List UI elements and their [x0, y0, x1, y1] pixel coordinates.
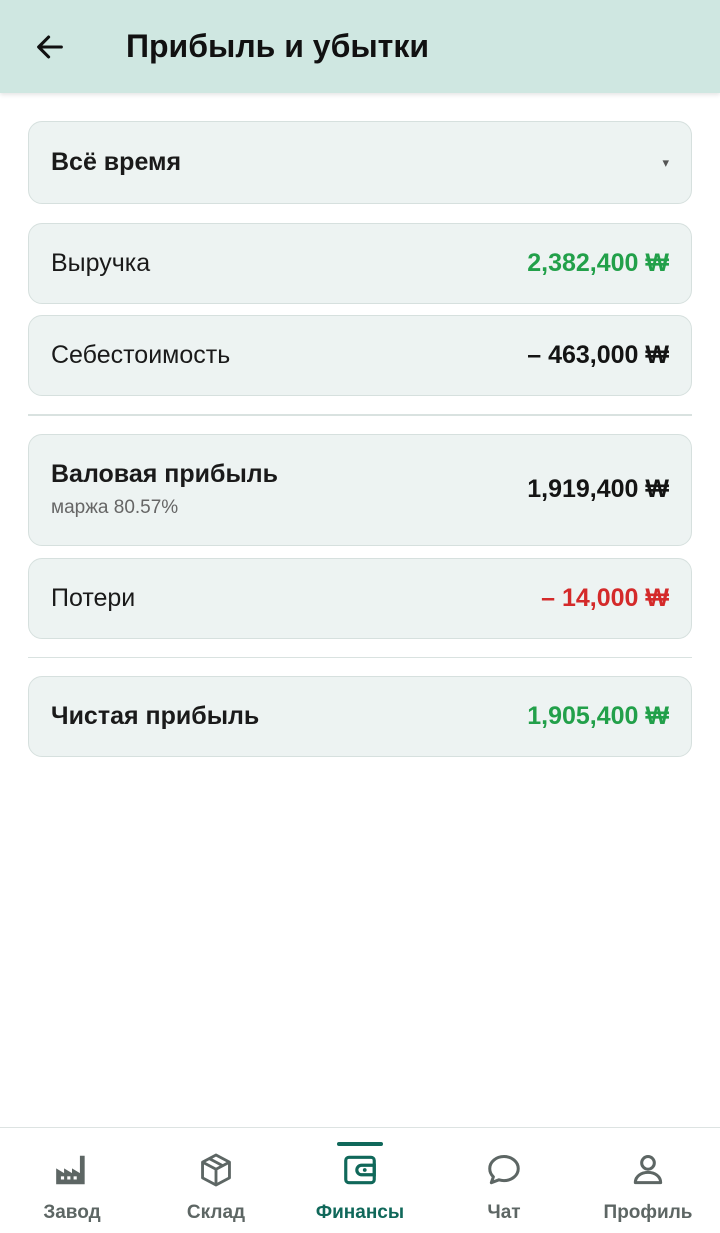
- nav-label: Завод: [43, 1202, 101, 1223]
- gross-profit-label: Валовая прибыль: [51, 460, 279, 488]
- cost-row: Себестоимость – 463,000 ₩: [28, 315, 692, 396]
- cost-label: Себестоимость: [51, 341, 231, 369]
- net-profit-label: Чистая прибыль: [51, 702, 260, 730]
- gross-profit-row: Валовая прибыль маржа 80.57% 1,919,400 ₩: [28, 433, 692, 546]
- revenue-row: Выручка 2,382,400 ₩: [28, 223, 692, 304]
- gross-margin-label: маржа 80.57%: [51, 497, 179, 518]
- factory-icon: [52, 1150, 92, 1190]
- nav-label: Чат: [487, 1202, 521, 1223]
- cost-value: – 463,000 ₩: [527, 341, 669, 369]
- losses-value: – 14,000 ₩: [541, 583, 669, 612]
- nav-label: Профиль: [603, 1202, 693, 1223]
- page-title: Прибыль и убытки: [126, 28, 430, 64]
- nav-item-warehouse[interactable]: Склад: [144, 1128, 288, 1232]
- nav-item-chat[interactable]: Чат: [432, 1128, 576, 1232]
- back-button[interactable]: [20, 17, 80, 77]
- bottom-navigation: Завод Склад Финансы Чат Профиль: [0, 1127, 720, 1233]
- nav-item-finance[interactable]: Финансы: [288, 1128, 432, 1232]
- nav-item-profile[interactable]: Профиль: [576, 1128, 720, 1232]
- net-profit-value: 1,905,400 ₩: [527, 702, 669, 730]
- net-profit-row: Чистая прибыль 1,905,400 ₩: [28, 676, 692, 757]
- chat-bubble-icon: [484, 1150, 524, 1190]
- revenue-value: 2,382,400 ₩: [527, 249, 669, 277]
- gross-profit-value: 1,919,400 ₩: [527, 475, 669, 503]
- period-dropdown[interactable]: Всё время ▾: [28, 121, 692, 204]
- arrow-left-icon: [37, 35, 63, 58]
- app-bar: Прибыль и убытки: [0, 0, 720, 93]
- person-icon: [628, 1150, 668, 1190]
- caret-down-icon: ▾: [662, 154, 669, 170]
- nav-item-factory[interactable]: Завод: [0, 1128, 144, 1232]
- profit-loss-report: Всё время ▾ Выручка 2,382,400 ₩ Себестои…: [28, 121, 692, 757]
- box-icon: [196, 1150, 236, 1190]
- revenue-label: Выручка: [51, 249, 151, 277]
- losses-label: Потери: [51, 583, 136, 612]
- wallet-icon: [340, 1150, 380, 1190]
- losses-row: Потери – 14,000 ₩: [28, 557, 692, 639]
- period-selected-label: Всё время: [51, 148, 182, 176]
- nav-label: Финансы: [315, 1202, 405, 1223]
- nav-label: Склад: [186, 1202, 246, 1223]
